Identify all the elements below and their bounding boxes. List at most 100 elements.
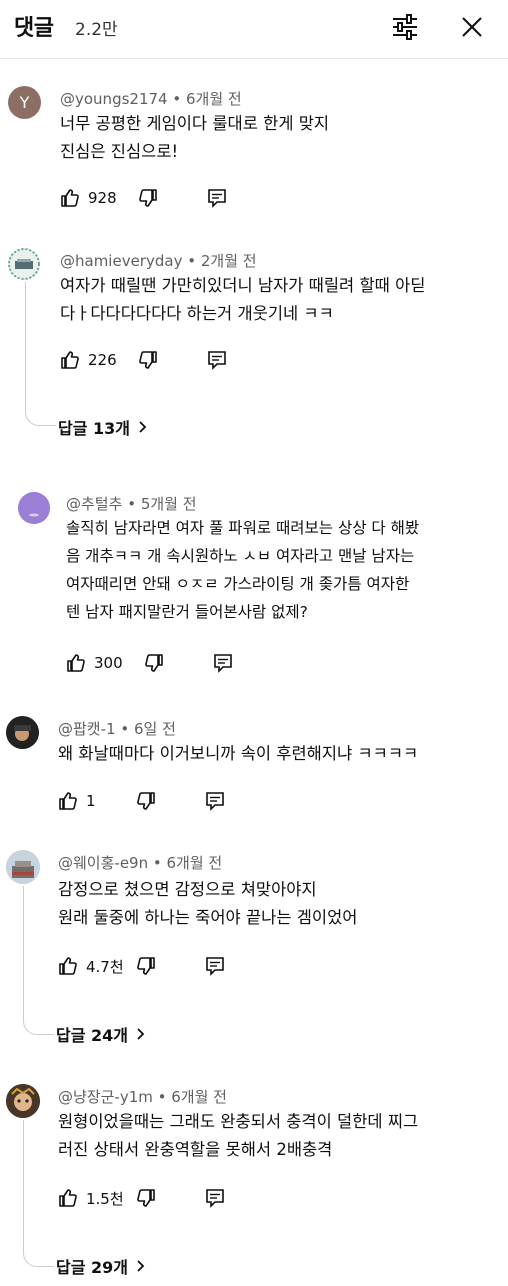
meta-separator: • [157, 1088, 172, 1106]
view-replies-button[interactable]: 답글 13개 [58, 415, 148, 439]
thread-line [23, 1120, 54, 1267]
reply-icon [208, 189, 226, 208]
thumbs-down-icon [139, 351, 157, 369]
comment-author[interactable]: @웨이홍-e9n [58, 854, 148, 872]
avatar[interactable]: Y [8, 86, 41, 119]
like-button[interactable]: 300 [66, 649, 123, 677]
comment-line: 감정으로 쳤으면 감정으로 쳐맞아야지 [58, 880, 317, 899]
reply-icon [214, 654, 232, 673]
avatar[interactable] [18, 492, 50, 524]
dislike-button[interactable] [144, 649, 164, 677]
thread-line [23, 886, 54, 1035]
comment-line: 여자가 때릴땐 가만히있더니 남자가 때릴려 할때 아딛 [60, 276, 426, 295]
thumbs-up-icon [59, 957, 77, 975]
comment-line: 텐 남자 패지말란거 들어본사람 없제? [66, 603, 308, 621]
reply-button[interactable] [205, 787, 225, 815]
thumbs-up-icon [61, 189, 79, 207]
thumbs-down-icon [139, 189, 157, 207]
comment-author[interactable]: @hamieveryday [60, 252, 182, 270]
thumbs-down-icon [137, 957, 155, 975]
replies-label: 답글 13개 [58, 419, 130, 438]
dislike-button[interactable] [136, 787, 156, 815]
reply-button[interactable] [207, 346, 227, 374]
comment-author[interactable]: @냥장군-y1m [58, 1088, 153, 1106]
thumbs-down-icon [145, 654, 163, 672]
reply-icon [206, 792, 224, 811]
meta-separator: • [187, 252, 201, 270]
reply-button[interactable] [205, 952, 225, 980]
dislike-button[interactable] [138, 184, 158, 212]
thumbs-down-icon [137, 792, 155, 810]
dislike-button[interactable] [136, 1184, 156, 1212]
meta-separator: • [127, 495, 141, 513]
comment-time: 5개월 전 [140, 495, 197, 513]
like-count: 226 [88, 351, 117, 369]
reply-icon [206, 1189, 224, 1208]
meta-separator: • [152, 854, 167, 872]
reply-button[interactable] [213, 649, 233, 677]
like-count: 1.5천 [86, 1189, 124, 1208]
page-title: 댓글 [14, 16, 54, 41]
comment-line: 너무 공평한 게임이다 룰대로 한게 맞지 [60, 114, 330, 133]
comment-actions: 1.5천 [58, 1184, 258, 1212]
reply-icon [208, 351, 226, 370]
comment-time: 6일 전 [133, 720, 176, 738]
comment-author[interactable]: @youngs2174 [60, 90, 168, 108]
comment-line: 러진 상태서 완충역할을 못해서 2배충격 [58, 1140, 333, 1159]
comment-time: 6개월 전 [166, 854, 223, 872]
meta-separator: • [120, 720, 134, 738]
comment-author[interactable]: @추털추 [66, 495, 122, 513]
avatar[interactable] [8, 248, 40, 280]
thumbs-up-icon [67, 654, 85, 672]
comment-line: 여자때리면 안돼 ㅇㅈㄹ 가스라이팅 개 좆가틈 여자한 [66, 575, 410, 593]
comment-text: 너무 공평한 게임이다 룰대로 한게 맞지 진심은 진심으로! [60, 110, 329, 166]
comment-actions: 4.7천 [58, 952, 258, 980]
comment-time: 2개월 전 [200, 252, 257, 270]
thumbs-up-icon [61, 351, 79, 369]
like-count: 928 [88, 189, 117, 207]
reply-icon [206, 957, 224, 976]
like-button[interactable]: 4.7천 [58, 952, 124, 980]
avatar[interactable] [6, 850, 40, 884]
comment-text: 왜 화날때마다 이거보니까 속이 후련해지냐 ㅋㅋㅋㅋ [58, 740, 418, 768]
thumbs-up-icon [59, 1189, 77, 1207]
replies-label: 답글 24개 [56, 1026, 128, 1045]
view-replies-button[interactable]: 답글 29개 [56, 1254, 146, 1278]
avatar[interactable] [6, 1084, 40, 1118]
comment-time: 6개월 전 [185, 90, 242, 108]
comment-author[interactable]: @팝캣-1 [58, 720, 116, 738]
chevron-right-icon [137, 1028, 145, 1040]
chevron-right-icon [139, 421, 147, 433]
comment-actions: 300 [66, 649, 266, 677]
comment-line: 원래 둘중에 하나는 죽어야 끝나는 겜이었어 [58, 908, 358, 927]
reply-button[interactable] [205, 1184, 225, 1212]
thumbs-down-icon [137, 1189, 155, 1207]
comment-line: 솔직히 남자라면 여자 풀 파워로 때려보는 상상 다 해봤 [66, 519, 420, 537]
comment-line: 음 개추ㅋㅋ 개 속시원하노 ㅅㅂ 여자라고 맨날 남자는 [66, 547, 415, 565]
like-count: 4.7천 [86, 957, 124, 976]
comments-header: 댓글 2.2만 [0, 0, 508, 59]
like-button[interactable]: 226 [60, 346, 117, 374]
close-icon[interactable] [457, 12, 487, 42]
comment-line: 진심은 진심으로! [60, 142, 179, 161]
meta-separator: • [172, 90, 186, 108]
dislike-button[interactable] [136, 952, 156, 980]
comment-text: 원형이었을때는 그래도 완충되서 충격이 덜한데 찌그 러진 상태서 완충역할을… [58, 1108, 418, 1164]
dislike-button[interactable] [138, 346, 158, 374]
view-replies-button[interactable]: 답글 24개 [56, 1022, 146, 1046]
reply-button[interactable] [207, 184, 227, 212]
like-button[interactable]: 928 [60, 184, 117, 212]
comment-line: 원형이었을때는 그래도 완충되서 충격이 덜한데 찌그 [58, 1112, 419, 1131]
comment-text: 감정으로 쳤으면 감정으로 쳐맞아야지 원래 둘중에 하나는 죽어야 끝나는 겜… [58, 876, 357, 932]
comment-line: 다ㅏ다다다다다다 하는거 개웃기네 ㅋㅋ [60, 304, 334, 323]
comment-actions: 226 [60, 346, 260, 374]
comment-count: 2.2만 [75, 20, 118, 40]
comment-actions: 928 [60, 184, 260, 212]
like-button[interactable]: 1 [58, 787, 96, 815]
like-count: 1 [86, 792, 96, 810]
avatar[interactable] [6, 716, 39, 749]
sliders-icon[interactable] [390, 12, 420, 42]
comment-text: 여자가 때릴땐 가만히있더니 남자가 때릴려 할때 아딛 다ㅏ다다다다다다 하는… [60, 272, 425, 328]
like-button[interactable]: 1.5천 [58, 1184, 124, 1212]
comment-time: 6개월 전 [171, 1088, 227, 1106]
